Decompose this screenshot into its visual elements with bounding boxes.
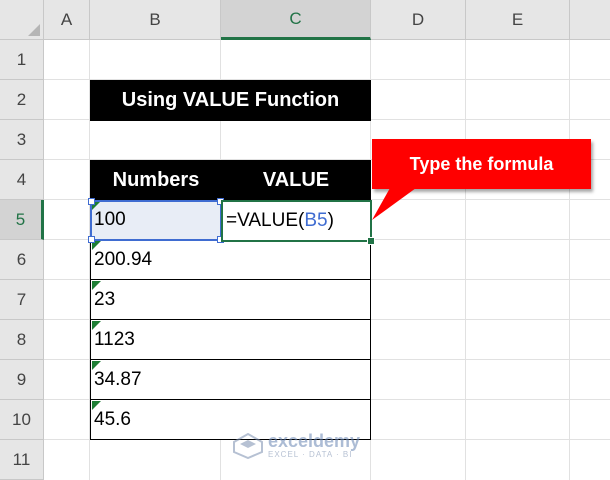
cell-text: 23 [94, 288, 116, 310]
column-header-b[interactable]: B [90, 0, 221, 40]
table-cell-number[interactable]: 34.87 [90, 360, 222, 400]
sheet-title[interactable]: Using VALUE Function [90, 80, 371, 121]
table-header-numbers[interactable]: Numbers [90, 160, 222, 201]
row-header-7[interactable]: 7 [0, 280, 44, 320]
row-header-1[interactable]: 1 [0, 40, 44, 80]
row-header-5[interactable]: 5 [0, 200, 44, 240]
row-header-3[interactable]: 3 [0, 120, 44, 160]
row-header-10[interactable]: 10 [0, 400, 44, 440]
callout-box: Type the formula [372, 139, 591, 189]
row-header-4[interactable]: 4 [0, 160, 44, 200]
spreadsheet-grid: A B C D E 1 2 3 4 5 6 7 8 9 10 11 Using … [0, 0, 610, 480]
table-header-value[interactable]: VALUE [221, 160, 371, 201]
column-header-f[interactable] [570, 0, 610, 40]
formula-suffix: ) [327, 210, 334, 231]
table-cell-number[interactable]: 45.6 [90, 400, 222, 440]
table-cell-value[interactable] [221, 280, 371, 320]
table-cell-value[interactable] [221, 240, 371, 280]
cell-text: 1123 [94, 328, 135, 350]
reference-handle[interactable] [88, 198, 95, 205]
table-cell-value[interactable] [221, 360, 371, 400]
formula-reference: B5 [304, 210, 328, 231]
cell-text: 45.6 [94, 408, 131, 430]
text-number-warning-icon [92, 321, 101, 330]
exceldemy-logo-icon [233, 432, 263, 459]
watermark-tagline: EXCEL · DATA · BI [268, 450, 353, 459]
callout-pointer-icon [372, 188, 416, 220]
text-number-warning-icon [92, 361, 101, 370]
cell-text: 34.87 [94, 368, 142, 390]
fill-handle[interactable] [367, 237, 375, 245]
row-header-11[interactable]: 11 [0, 440, 44, 480]
grid-line [569, 40, 570, 480]
row-header-6[interactable]: 6 [0, 240, 44, 280]
table-cell-value[interactable] [221, 320, 371, 360]
select-all-triangle-icon [28, 24, 40, 36]
column-header-c[interactable]: C [221, 0, 371, 40]
watermark-name: exceldemy [268, 431, 361, 451]
formula-reference-highlight [88, 198, 224, 243]
select-all-button[interactable] [0, 0, 44, 40]
row-header-2[interactable]: 2 [0, 80, 44, 120]
column-header-a[interactable]: A [44, 0, 90, 40]
watermark-logo: exceldemy EXCEL · DATA · BI [232, 432, 360, 459]
formula-prefix: =VALUE( [226, 210, 305, 231]
table-cell-number[interactable]: 23 [90, 280, 222, 320]
active-cell-c5[interactable]: =VALUE(B5) [221, 200, 372, 242]
cell-text: 200.94 [94, 248, 153, 270]
table-cell-number[interactable]: 200.94 [90, 240, 222, 280]
column-header-e[interactable]: E [466, 0, 570, 40]
column-header-d[interactable]: D [371, 0, 466, 40]
reference-handle[interactable] [88, 236, 95, 243]
text-number-warning-icon [92, 281, 101, 290]
grid-line [465, 40, 466, 480]
table-cell-number[interactable]: 1123 [90, 320, 222, 360]
row-header-9[interactable]: 9 [0, 360, 44, 400]
text-number-warning-icon [92, 401, 101, 410]
callout-text: Type the formula [409, 153, 554, 174]
row-header-8[interactable]: 8 [0, 320, 44, 360]
